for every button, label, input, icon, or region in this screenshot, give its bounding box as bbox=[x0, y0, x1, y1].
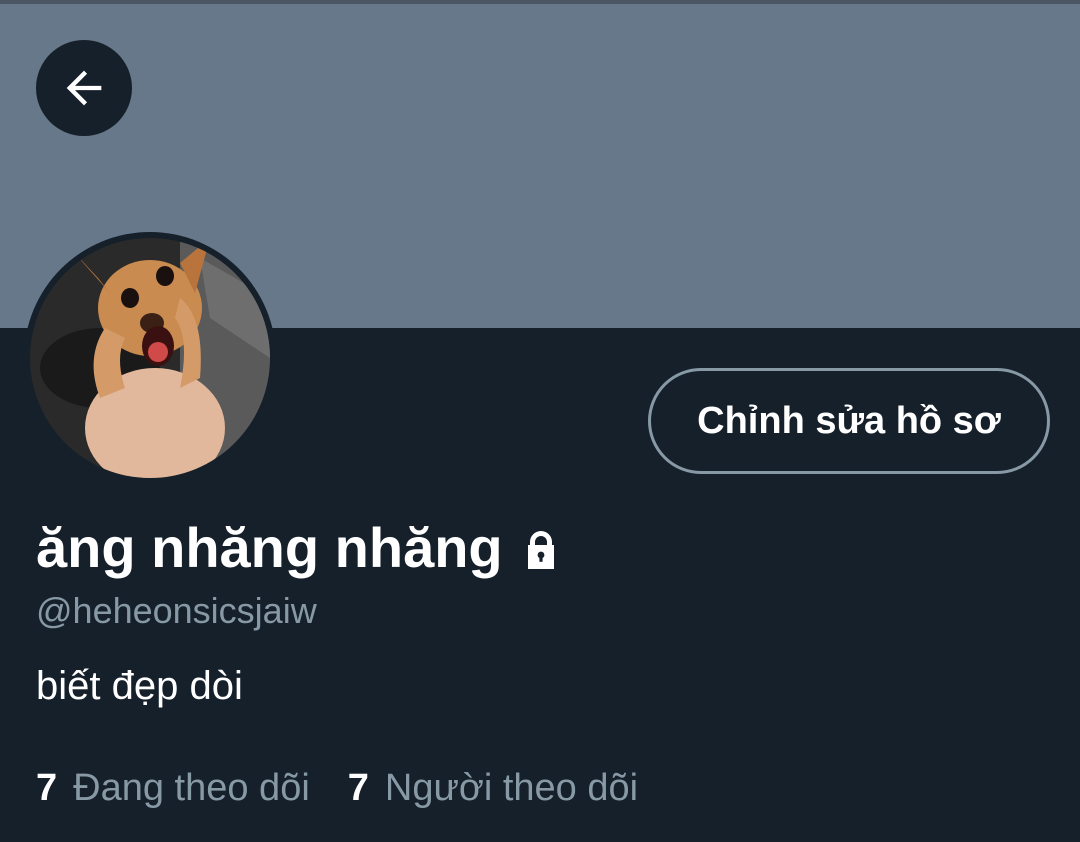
followers-count: 7 bbox=[347, 766, 369, 809]
edit-profile-button[interactable]: Chỉnh sửa hồ sơ bbox=[648, 368, 1050, 474]
follow-stats: 7 Đang theo dõi 7 Người theo dõi bbox=[36, 762, 638, 814]
profile-handle: @heheonsicsjaiw bbox=[36, 590, 317, 631]
followers-stat[interactable]: 7 Người theo dõi bbox=[348, 767, 638, 810]
arrow-left-icon bbox=[66, 70, 102, 106]
following-label: Đang theo dõi bbox=[73, 766, 310, 809]
display-name-row: ăng nhăng nhăng bbox=[36, 510, 565, 586]
following-count: 7 bbox=[36, 766, 58, 809]
display-name: ăng nhăng nhăng bbox=[36, 516, 503, 579]
followers-label: Người theo dõi bbox=[384, 766, 639, 809]
edit-profile-label: Chỉnh sửa hồ sơ bbox=[697, 399, 1001, 442]
following-stat[interactable]: 7 Đang theo dõi bbox=[36, 767, 310, 810]
avatar[interactable] bbox=[30, 238, 270, 478]
back-button[interactable] bbox=[36, 40, 132, 136]
avatar-container[interactable] bbox=[24, 232, 276, 484]
avatar-image bbox=[30, 238, 270, 478]
lock-icon bbox=[527, 531, 554, 569]
profile-bio: biết đẹp dòi bbox=[36, 664, 243, 708]
